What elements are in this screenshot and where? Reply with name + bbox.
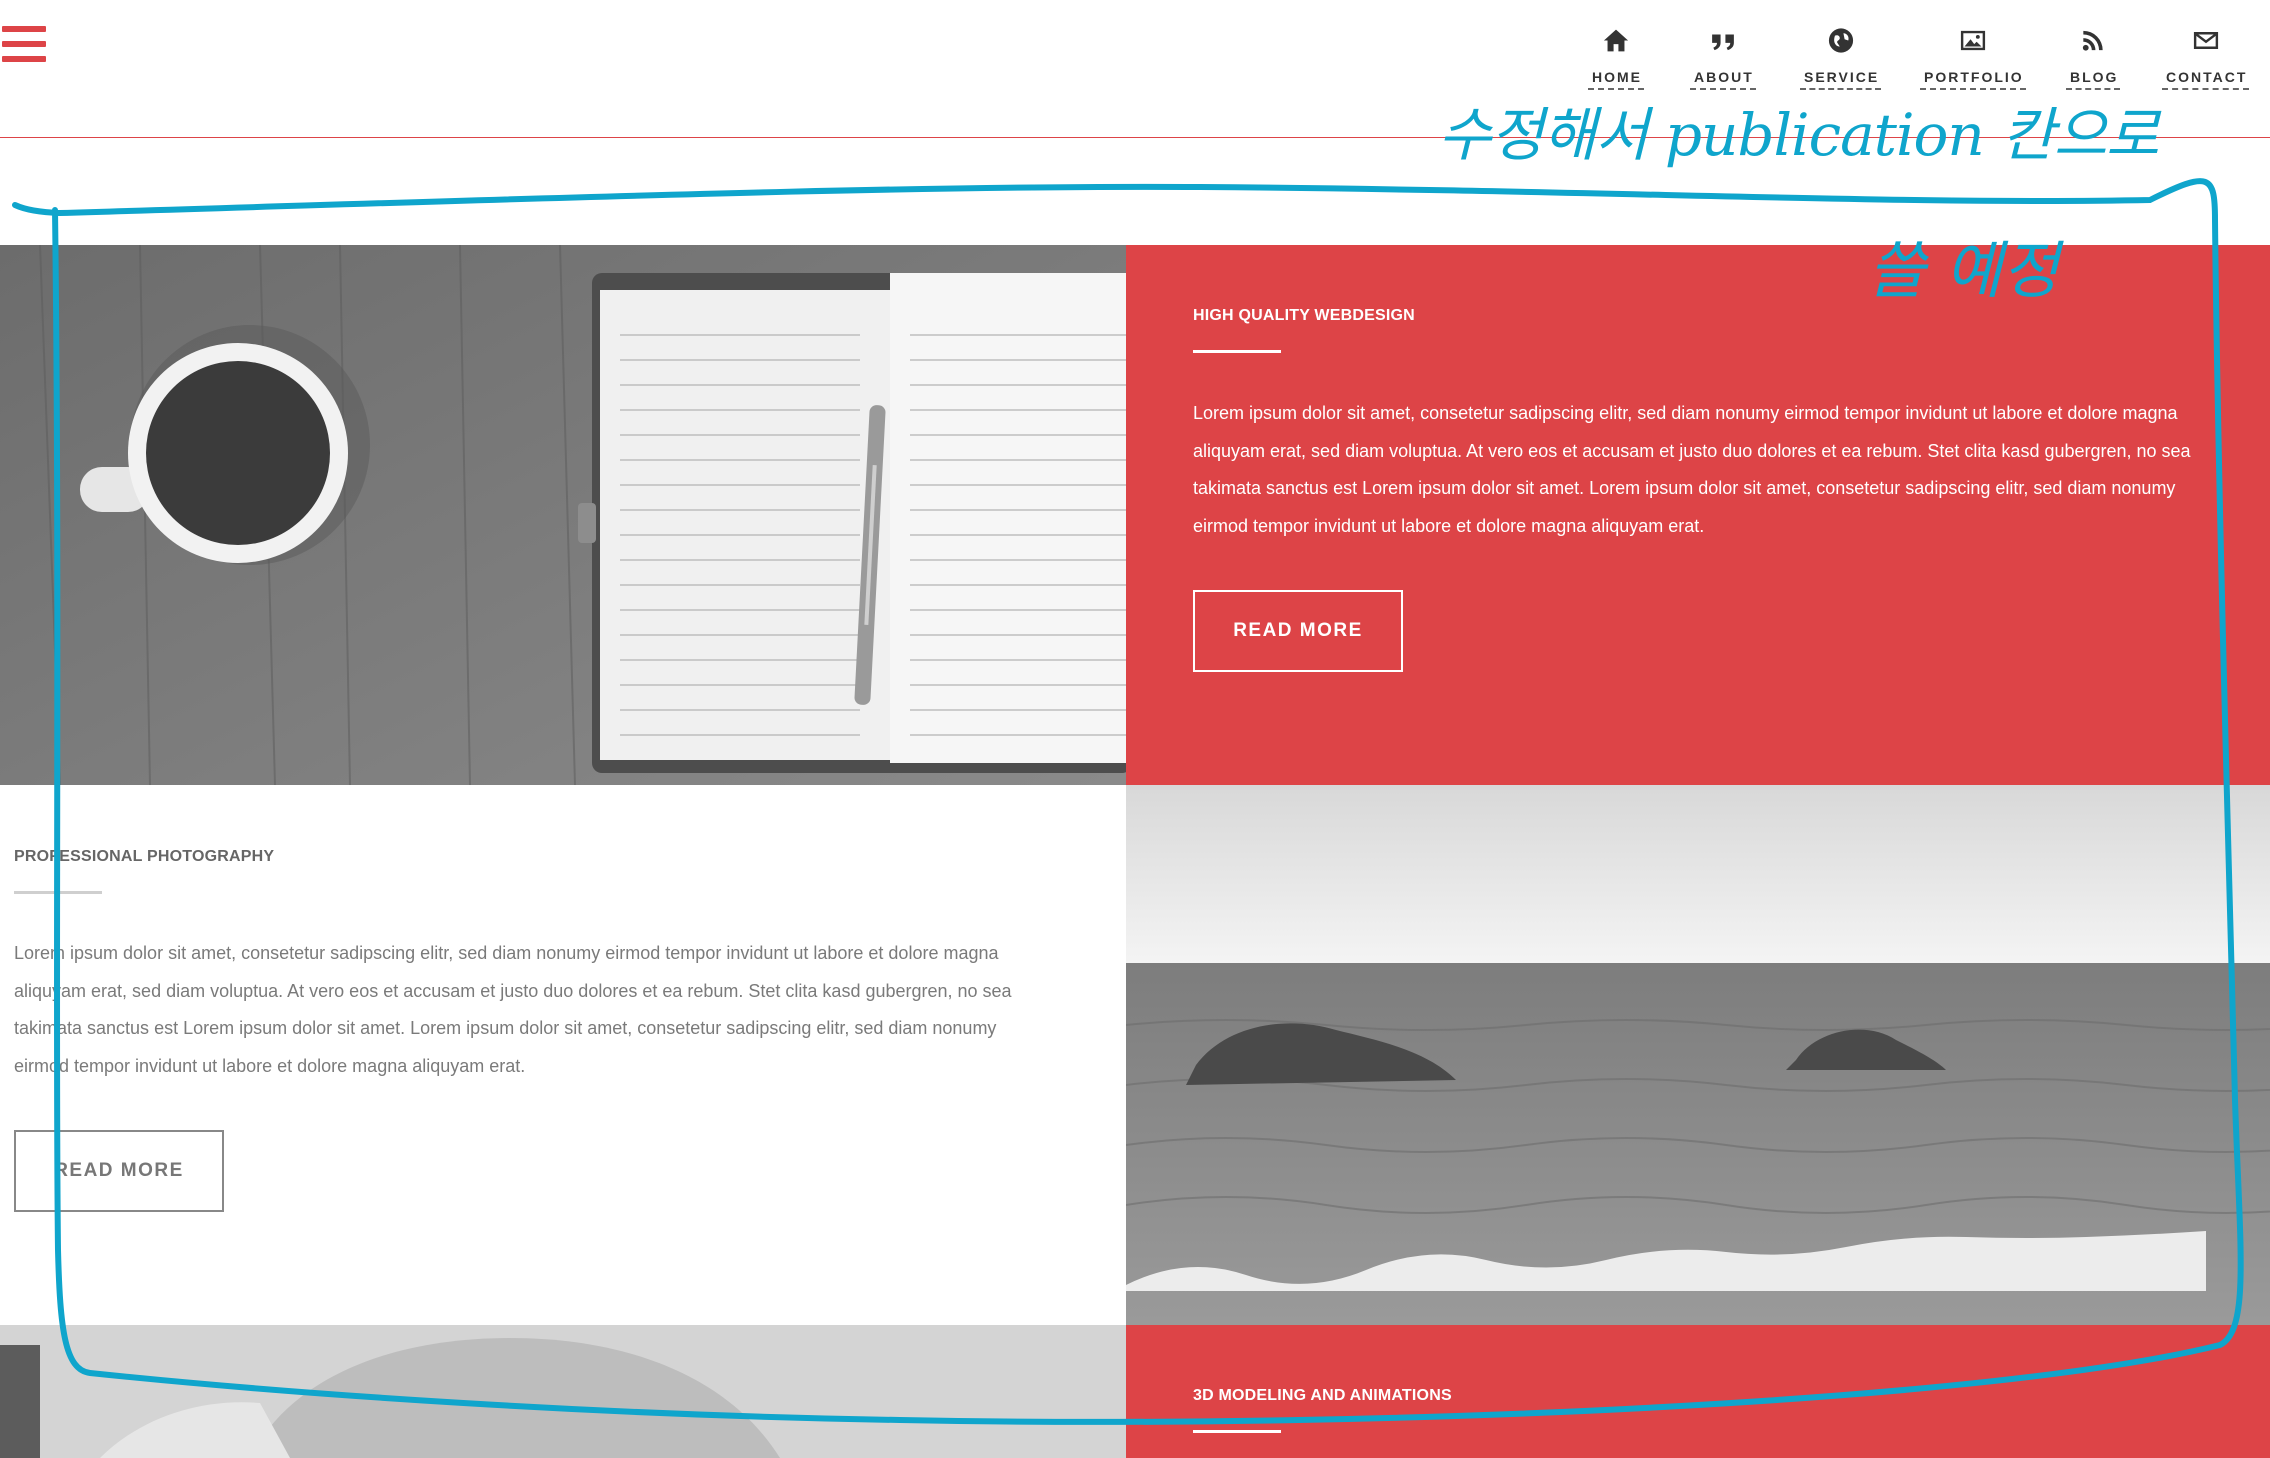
header-divider <box>0 137 2270 138</box>
read-more-button[interactable]: READ MORE <box>1193 590 1403 672</box>
nav-item-contact[interactable]: CONTACT <box>2162 26 2250 90</box>
nav-label-about: ABOUT <box>1690 69 1756 90</box>
section-heading: HIGH QUALITY WEBDESIGN <box>1193 307 1415 324</box>
quote-icon <box>1712 34 1734 51</box>
photography-panel: PROFESSIONAL PHOTOGRAPHY Lorem ipsum dol… <box>0 785 1126 1325</box>
fabric-photo <box>0 1325 1126 1458</box>
desk-photo <box>0 245 1126 785</box>
webdesign-panel: HIGH QUALITY WEBDESIGN Lorem ipsum dolor… <box>1126 245 2270 785</box>
modeling-panel: 3D MODELING AND ANIMATIONS <box>1126 1325 2270 1458</box>
section-heading: PROFESSIONAL PHOTOGRAPHY <box>14 848 275 865</box>
nav-label-blog: BLOG <box>2066 69 2121 90</box>
heading-underline <box>14 891 102 894</box>
nav-label-contact: CONTACT <box>2162 69 2250 90</box>
image-icon <box>1960 30 1985 51</box>
nav-item-portfolio[interactable]: PORTFOLIO <box>1920 26 2026 90</box>
read-more-button[interactable]: READ MORE <box>14 1130 224 1212</box>
nav-item-home[interactable]: HOME <box>1588 26 1644 90</box>
home-icon <box>1603 29 1629 52</box>
sea-photo <box>1126 785 2270 1325</box>
section-text: Lorem ipsum dolor sit amet, consetetur s… <box>14 943 1012 1076</box>
nav-label-service: SERVICE <box>1800 69 1882 90</box>
menu-icon[interactable] <box>2 26 46 62</box>
nav-item-service[interactable]: SERVICE <box>1800 26 1882 90</box>
nav-item-about[interactable]: ABOUT <box>1690 26 1756 90</box>
section-heading: 3D MODELING AND ANIMATIONS <box>1193 1387 1452 1404</box>
rss-icon <box>2083 30 2103 51</box>
nav-label-portfolio: PORTFOLIO <box>1920 69 2026 90</box>
heading-underline <box>1193 350 1281 353</box>
globe-icon <box>1828 28 1853 53</box>
heading-underline <box>1193 1430 1281 1433</box>
nav-label-home: HOME <box>1588 69 1644 90</box>
envelope-icon <box>2193 32 2218 49</box>
section-text: Lorem ipsum dolor sit amet, consetetur s… <box>1193 403 2191 536</box>
nav-item-blog[interactable]: BLOG <box>2066 26 2121 90</box>
site-header: HOME ABOUT SERVICE PORTFOLIO BLOG CONTAC… <box>0 0 2270 137</box>
